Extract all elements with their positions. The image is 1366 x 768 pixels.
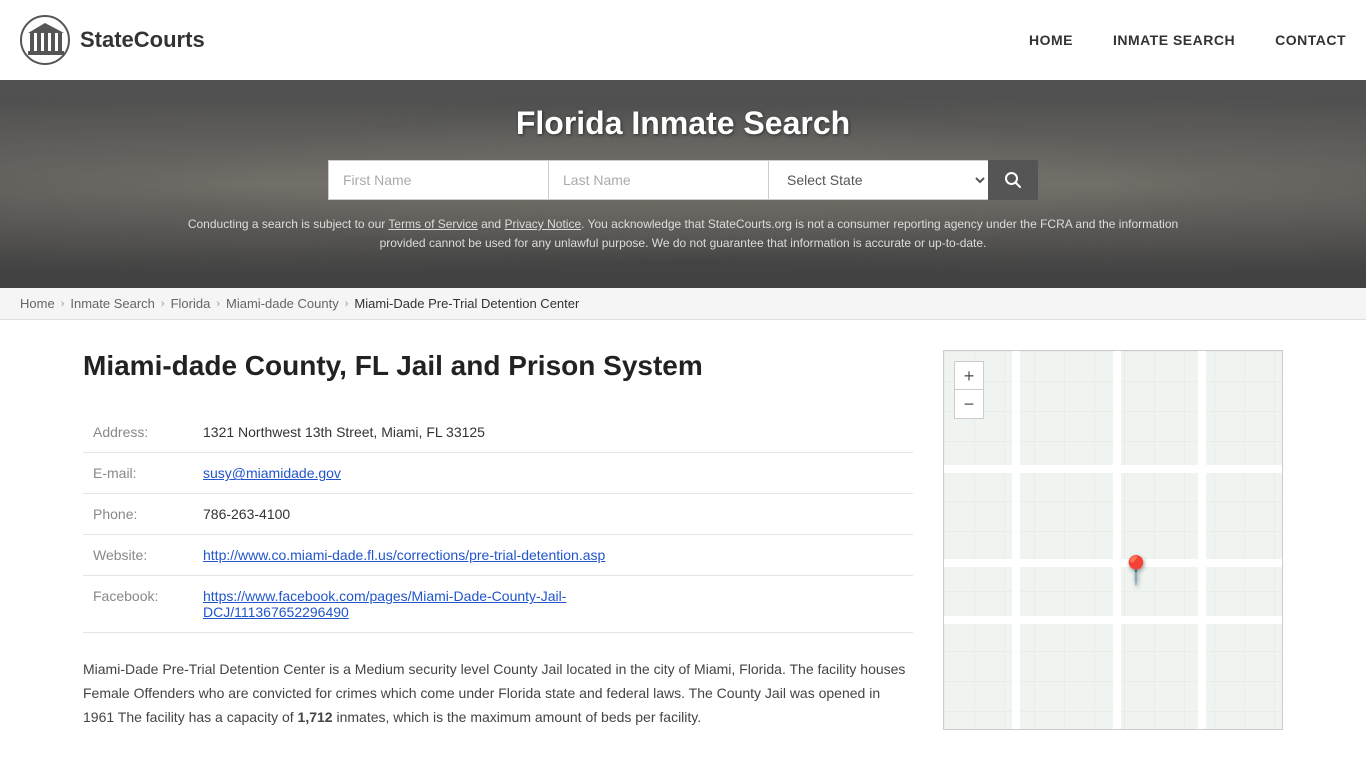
breadcrumb-state[interactable]: Florida <box>171 296 211 311</box>
nav-contact[interactable]: CONTACT <box>1275 32 1346 48</box>
facebook-row: Facebook: https://www.facebook.com/pages… <box>83 576 913 633</box>
state-select[interactable]: Select State Florida California Texas <box>768 160 988 200</box>
first-name-input[interactable] <box>328 160 548 200</box>
breadcrumb-sep-4: › <box>345 298 349 310</box>
phone-value: 786-263-4100 <box>193 494 913 535</box>
breadcrumb-home[interactable]: Home <box>20 296 55 311</box>
breadcrumb-sep-3: › <box>216 298 220 310</box>
breadcrumb-sep-1: › <box>61 298 65 310</box>
breadcrumb-county[interactable]: Miami-dade County <box>226 296 339 311</box>
map-zoom-out[interactable]: − <box>955 390 983 418</box>
address-row: Address: 1321 Northwest 13th Street, Mia… <box>83 412 913 453</box>
map-road <box>1012 351 1020 728</box>
privacy-link[interactable]: Privacy Notice <box>504 217 581 231</box>
breadcrumb-inmate-search[interactable]: Inmate Search <box>70 296 155 311</box>
breadcrumb-current: Miami-Dade Pre-Trial Detention Center <box>354 296 579 311</box>
hero-title: Florida Inmate Search <box>20 105 1346 142</box>
hero-content: Florida Inmate Search Select State Flori… <box>0 80 1366 288</box>
facebook-link[interactable]: https://www.facebook.com/pages/Miami-Dad… <box>203 588 566 620</box>
nav-inmate-search[interactable]: INMATE SEARCH <box>1113 32 1235 48</box>
breadcrumb: Home › Inmate Search › Florida › Miami-d… <box>0 288 1366 320</box>
address-label: Address: <box>83 412 193 453</box>
website-link[interactable]: http://www.co.miami-dade.fl.us/correctio… <box>203 547 605 563</box>
site-logo-text: StateCourts <box>80 27 205 53</box>
content-left: Miami-dade County, FL Jail and Prison Sy… <box>83 340 913 729</box>
map-container: + − 📍 <box>943 350 1283 729</box>
logo-area: StateCourts <box>20 15 1029 65</box>
email-row: E-mail: susy@miamidade.gov <box>83 453 913 494</box>
search-bar: Select State Florida California Texas <box>20 160 1346 200</box>
map-controls: + − <box>954 361 984 419</box>
main-nav: HOME INMATE SEARCH CONTACT <box>1029 32 1346 48</box>
disclaimer-text: Conducting a search is subject to our Te… <box>183 215 1183 273</box>
search-icon <box>1004 171 1022 189</box>
main-content: Miami-dade County, FL Jail and Prison Sy… <box>43 320 1323 749</box>
map-pin: 📍 <box>1119 557 1154 585</box>
address-value: 1321 Northwest 13th Street, Miami, FL 33… <box>193 412 913 453</box>
phone-row: Phone: 786-263-4100 <box>83 494 913 535</box>
facebook-label: Facebook: <box>83 576 193 633</box>
last-name-input[interactable] <box>548 160 768 200</box>
website-label: Website: <box>83 535 193 576</box>
website-value: http://www.co.miami-dade.fl.us/correctio… <box>193 535 913 576</box>
email-link[interactable]: susy@miamidade.gov <box>203 465 341 481</box>
nav-home[interactable]: HOME <box>1029 32 1073 48</box>
search-button[interactable] <box>988 160 1038 200</box>
capacity-value: 1,712 <box>298 709 333 725</box>
facebook-value: https://www.facebook.com/pages/Miami-Dad… <box>193 576 913 633</box>
map-zoom-in[interactable]: + <box>955 362 983 390</box>
facility-description: Miami-Dade Pre-Trial Detention Center is… <box>83 658 913 729</box>
website-row: Website: http://www.co.miami-dade.fl.us/… <box>83 535 913 576</box>
page-heading: Miami-dade County, FL Jail and Prison Sy… <box>83 350 913 382</box>
phone-label: Phone: <box>83 494 193 535</box>
map-road <box>1113 351 1121 728</box>
facility-info-table: Address: 1321 Northwest 13th Street, Mia… <box>83 412 913 633</box>
site-logo-icon <box>20 15 70 65</box>
breadcrumb-sep-2: › <box>161 298 165 310</box>
hero-section: Florida Inmate Search Select State Flori… <box>0 80 1366 288</box>
map-road <box>1198 351 1206 728</box>
email-value: susy@miamidade.gov <box>193 453 913 494</box>
email-label: E-mail: <box>83 453 193 494</box>
nav-bar: StateCourts HOME INMATE SEARCH CONTACT <box>0 0 1366 80</box>
map-background: + − 📍 <box>944 351 1282 728</box>
tos-link[interactable]: Terms of Service <box>388 217 477 231</box>
